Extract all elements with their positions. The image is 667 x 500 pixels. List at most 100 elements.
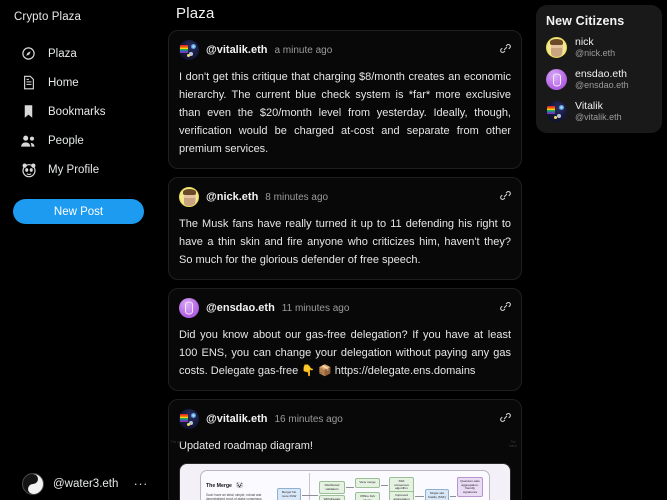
beard-shape <box>551 48 562 57</box>
new-post-wrapper: New Post <box>0 184 160 224</box>
decor-dot <box>187 423 190 426</box>
hair-shape <box>549 39 563 45</box>
edge <box>302 495 318 496</box>
divider <box>309 473 310 500</box>
list-item[interactable]: ensdao.eth @ensdao.eth <box>546 68 652 91</box>
decor-dot <box>191 413 196 418</box>
rainbow-flag-icon <box>180 414 188 422</box>
avatar[interactable] <box>546 69 567 90</box>
link-icon[interactable] <box>499 411 512 424</box>
new-citizens-title: New Citizens <box>546 14 625 28</box>
citizen-text-block: ensdao.eth @ensdao.eth <box>575 68 629 91</box>
panda-icon <box>20 161 37 178</box>
rainbow-flag-icon <box>547 106 555 114</box>
sidebar-item-people[interactable]: People <box>0 126 160 155</box>
left-sidebar: Crypto Plaza Plaza Home Bookmarks People… <box>0 0 160 500</box>
bookmark-icon <box>20 103 37 120</box>
beard-shape <box>184 198 195 206</box>
decor-dot <box>554 116 557 119</box>
link-icon[interactable] <box>499 300 512 313</box>
post-card[interactable]: @nick.eth 8 minutes ago The Musk fans ha… <box>168 177 522 280</box>
citizen-handle: @vitalik.eth <box>575 112 622 122</box>
sidebar-nav: Plaza Home Bookmarks People My Profile <box>0 39 160 184</box>
edge <box>415 496 424 497</box>
post-timestamp: 11 minutes ago <box>281 302 350 314</box>
avatar[interactable] <box>179 40 199 60</box>
citizen-name: nick <box>575 36 594 48</box>
decor-dot <box>191 44 196 49</box>
edge <box>381 485 388 486</box>
list-item[interactable]: Vitalik @vitalik.eth <box>546 100 652 123</box>
roadmap-node: Offline fork choice improvements <box>355 492 380 500</box>
roadmap-row-goal: Goal: have an ideal, simple, robust and … <box>206 493 262 500</box>
link-icon[interactable] <box>499 189 512 202</box>
avatar <box>22 473 44 495</box>
post-header: @vitalik.eth 16 minutes ago <box>179 408 511 430</box>
current-user-profile-bar[interactable]: @water3.eth ··· <box>0 473 160 495</box>
decor-dot <box>187 54 190 57</box>
sidebar-item-bookmarks[interactable]: Bookmarks <box>0 97 160 126</box>
citizen-handle: @nick.eth <box>575 48 616 58</box>
new-post-button[interactable]: New Post <box>13 199 144 224</box>
edge <box>346 487 354 488</box>
ens-logo-icon <box>552 73 561 86</box>
post-text: I don't get this critique that charging … <box>179 71 511 155</box>
roadmap-node: Single slot finality (SSF) <box>425 489 449 500</box>
roadmap-row-merge: The Merge 🐼 Goal: have an ideal, simple,… <box>200 470 490 500</box>
list-item[interactable]: nick @nick.eth <box>546 36 652 59</box>
roadmap-node: Withdrawals <box>319 495 345 500</box>
roadmap-node: Quantum-safe aggregation-friendly signat… <box>457 477 483 498</box>
sidebar-item-label: Plaza <box>48 47 77 60</box>
ens-logo-icon <box>185 301 193 315</box>
post-header: @ensdao.eth 11 minutes ago <box>179 297 511 319</box>
avatar[interactable] <box>546 37 567 58</box>
post-author-handle[interactable]: @vitalik.eth <box>206 413 267 425</box>
roadmap-node: Distributed validators <box>319 481 345 495</box>
current-user-handle: @water3.eth <box>53 478 119 490</box>
sidebar-item-label: My Profile <box>48 163 100 176</box>
main-feed-column: Plaza @vitalik.eth a minute ago I don't … <box>160 0 530 500</box>
edge <box>450 496 456 497</box>
post-author-handle[interactable]: @vitalik.eth <box>206 44 267 56</box>
panda-icon: 🐼 <box>236 483 244 489</box>
citizen-name: ensdao.eth <box>575 68 627 80</box>
app-brand-title: Crypto Plaza <box>14 11 82 23</box>
post-timestamp: a minute ago <box>274 44 333 56</box>
post-timestamp: 16 minutes ago <box>274 413 343 425</box>
compass-icon <box>20 45 37 62</box>
post-header: @vitalik.eth a minute ago <box>179 39 511 61</box>
sidebar-item-home[interactable]: Home <box>0 68 160 97</box>
people-icon <box>20 132 37 149</box>
sidebar-item-my-profile[interactable]: My Profile <box>0 155 160 184</box>
roadmap-row-title: The Merge <box>206 483 232 489</box>
avatar[interactable] <box>546 101 567 122</box>
avatar[interactable] <box>179 298 199 318</box>
post-feed: @vitalik.eth a minute ago I don't get th… <box>160 22 530 500</box>
roadmap-node: View merge <box>355 478 380 488</box>
sidebar-item-plaza[interactable]: Plaza <box>0 39 160 68</box>
roadmap-node: Improved aggregation <box>389 491 414 500</box>
post-card[interactable]: @vitalik.eth 16 minutes ago Updated road… <box>168 399 522 500</box>
decor-dot <box>557 114 561 118</box>
roadmap-node: Merge! No more PoW <box>277 488 301 500</box>
document-icon <box>20 74 37 91</box>
page-title: Plaza <box>176 5 215 22</box>
right-sidebar: New Citizens nick @nick.eth ensdao.eth @… <box>530 0 667 500</box>
post-card[interactable]: @ensdao.eth 11 minutes ago Did you know … <box>168 288 522 391</box>
sidebar-item-label: Home <box>48 76 79 89</box>
avatar[interactable] <box>179 409 199 429</box>
post-header: @nick.eth 8 minutes ago <box>179 186 511 208</box>
hair-shape <box>182 189 196 195</box>
post-author-handle[interactable]: @ensdao.eth <box>206 302 275 314</box>
sidebar-item-label: People <box>48 134 84 147</box>
roadmap-diagram-image[interactable]: The Merge 🐼 Goal: have an ideal, simple,… <box>171 440 517 500</box>
post-card[interactable]: @vitalik.eth a minute ago I don't get th… <box>168 30 522 169</box>
app-root: Crypto Plaza Plaza Home Bookmarks People… <box>0 0 667 500</box>
citizen-text-block: nick @nick.eth <box>575 36 615 59</box>
avatar[interactable] <box>179 187 199 207</box>
link-icon[interactable] <box>499 42 512 55</box>
post-author-handle[interactable]: @nick.eth <box>206 191 258 203</box>
post-timestamp: 8 minutes ago <box>265 191 329 203</box>
post-text: Did you know about our gas-free delegati… <box>179 329 511 377</box>
more-options-icon[interactable]: ··· <box>134 477 149 490</box>
